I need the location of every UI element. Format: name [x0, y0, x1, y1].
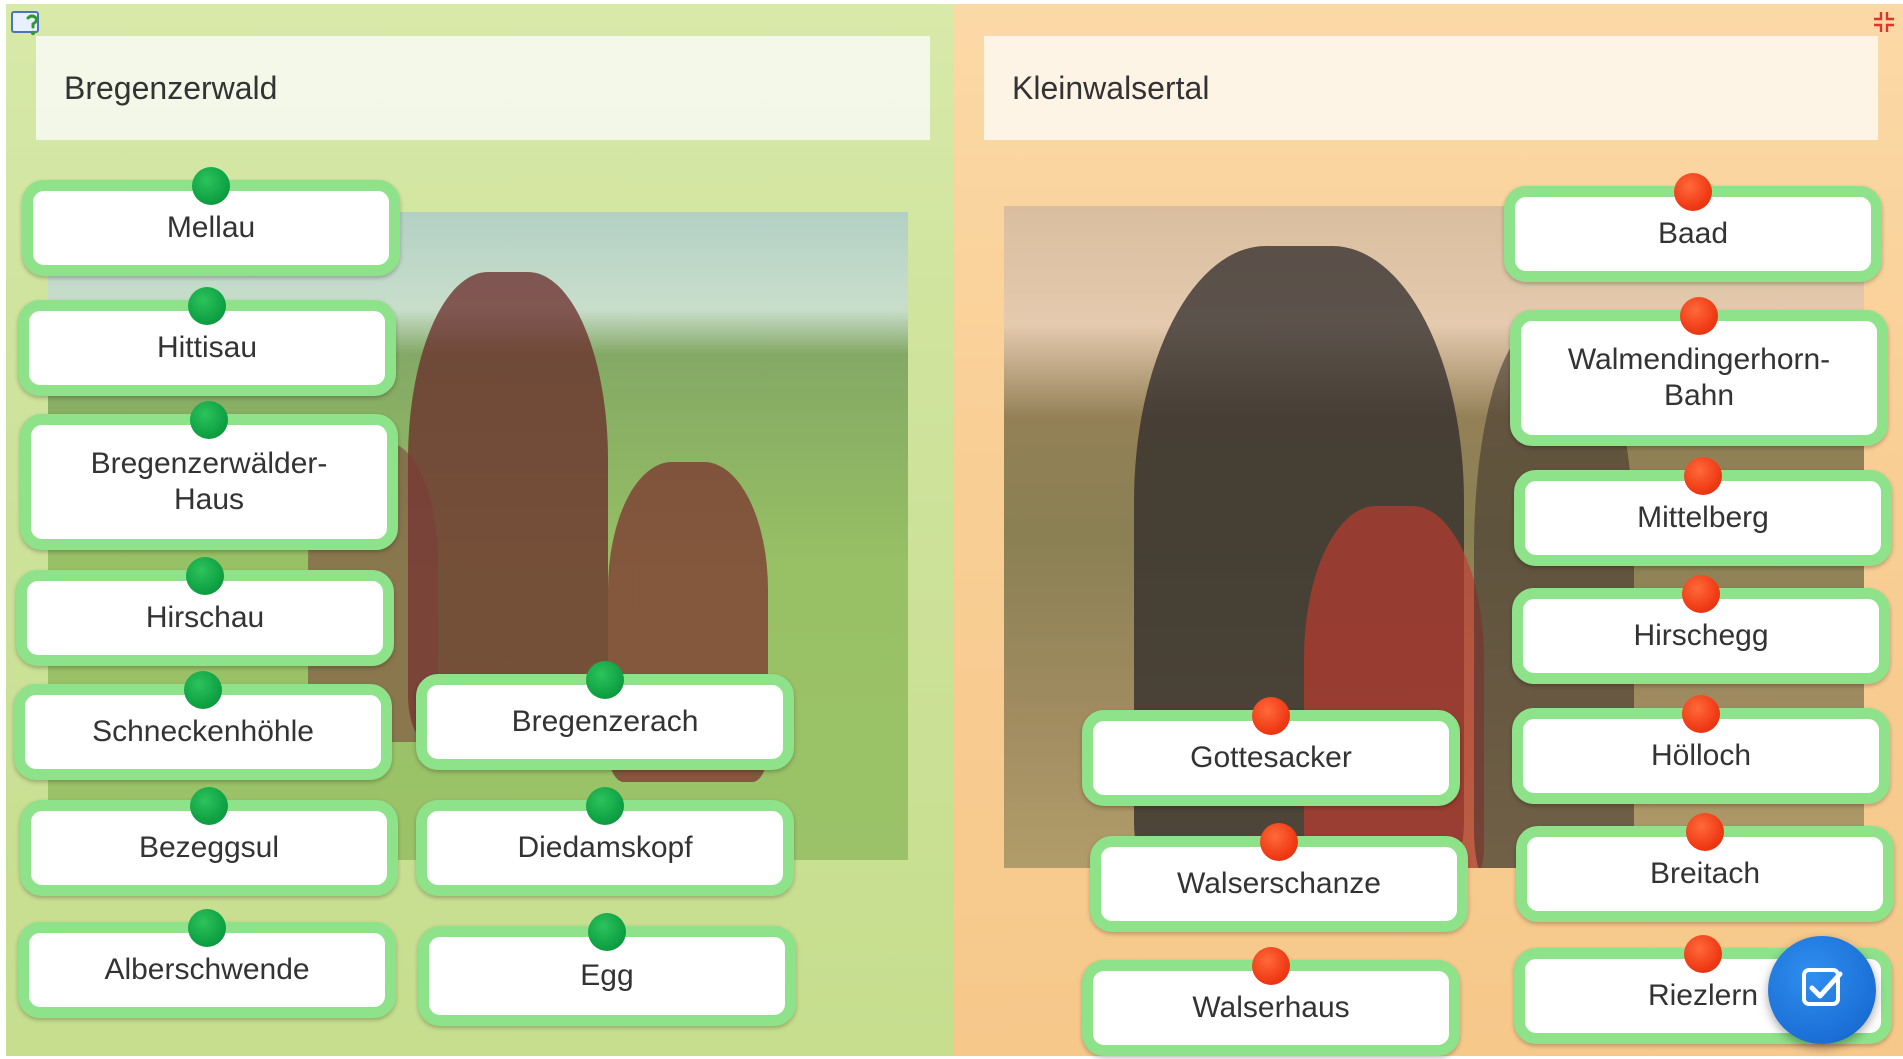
card-baad[interactable]: Baad	[1504, 173, 1882, 282]
card-label: Hittisau	[156, 331, 258, 364]
card-label: Baad	[1657, 217, 1729, 250]
card-mellau[interactable]: Mellau	[22, 167, 400, 276]
card-walserschanze[interactable]: Walserschanze	[1090, 823, 1468, 932]
card-breitach[interactable]: Breitach	[1516, 813, 1894, 922]
card-schneckenhoehle[interactable]: Schneckenhöhle	[14, 671, 392, 780]
kleinwalsertal-header: Kleinwalsertal	[984, 36, 1878, 140]
card-label: Walserhaus	[1192, 991, 1350, 1024]
card-bregenzerach[interactable]: Bregenzerach	[416, 661, 794, 770]
red-dot-handle[interactable]	[1682, 695, 1720, 733]
card-hoelloch[interactable]: Hölloch	[1512, 695, 1890, 804]
card-label: Hirschegg	[1633, 619, 1769, 652]
card-label: Alberschwende	[104, 953, 310, 986]
help-icon[interactable]	[10, 8, 46, 40]
red-dot-handle[interactable]	[1684, 457, 1722, 495]
red-dot-handle[interactable]	[1252, 697, 1290, 735]
card-egg[interactable]: Egg	[418, 913, 796, 1026]
green-dot-handle[interactable]	[186, 557, 224, 595]
bregenzerwald-header: Bregenzerwald	[36, 36, 930, 140]
card-label: Riezlern	[1647, 979, 1759, 1012]
card-bregenzerwaelder-haus[interactable]: Bregenzerwälder- Haus	[20, 401, 398, 550]
fullscreen-exit-icon[interactable]	[1872, 10, 1896, 34]
red-dot-handle[interactable]	[1260, 823, 1298, 861]
green-dot-handle[interactable]	[188, 909, 226, 947]
green-dot-handle[interactable]	[184, 671, 222, 709]
green-dot-handle[interactable]	[586, 787, 624, 825]
card-label: Bregenzerwälder- Haus	[90, 447, 328, 516]
kleinwalsertal-title: Kleinwalsertal	[1012, 69, 1210, 106]
red-dot-handle[interactable]	[1680, 297, 1718, 335]
green-dot-handle[interactable]	[190, 401, 228, 439]
card-hittisau[interactable]: Hittisau	[18, 287, 396, 396]
card-label: Walmendingerhorn- Bahn	[1567, 343, 1831, 412]
card-bezeggsul[interactable]: Bezeggsul	[20, 787, 398, 896]
check-icon	[1798, 964, 1846, 1017]
card-label: Breitach	[1649, 857, 1761, 890]
card-label: Egg	[580, 959, 634, 992]
green-dot-handle[interactable]	[586, 661, 624, 699]
red-dot-handle[interactable]	[1252, 947, 1290, 985]
card-mittelberg[interactable]: Mittelberg	[1514, 457, 1892, 566]
card-label: Bezeggsul	[138, 831, 280, 864]
card-label: Mellau	[166, 211, 256, 244]
red-dot-handle[interactable]	[1674, 173, 1712, 211]
card-label: Hirschau	[145, 601, 265, 634]
red-dot-handle[interactable]	[1686, 813, 1724, 851]
card-label: Hölloch	[1650, 739, 1752, 772]
green-dot-handle[interactable]	[192, 167, 230, 205]
card-hirschau[interactable]: Hirschau	[16, 557, 394, 666]
card-label: Mittelberg	[1637, 501, 1769, 534]
red-dot-handle[interactable]	[1684, 935, 1722, 973]
card-walmendingerhorn-bahn[interactable]: Walmendingerhorn- Bahn	[1510, 297, 1888, 446]
card-walserhaus[interactable]: Walserhaus	[1082, 947, 1460, 1056]
bregenzerwald-title: Bregenzerwald	[64, 69, 278, 106]
green-dot-handle[interactable]	[588, 913, 626, 951]
card-label: Bregenzerach	[511, 705, 699, 738]
card-label: Walserschanze	[1177, 867, 1381, 900]
card-gottesacker[interactable]: Gottesacker	[1082, 697, 1460, 806]
card-alberschwende[interactable]: Alberschwende	[18, 909, 396, 1018]
green-dot-handle[interactable]	[188, 287, 226, 325]
green-dot-handle[interactable]	[190, 787, 228, 825]
card-label: Schneckenhöhle	[92, 715, 314, 748]
check-answers-button[interactable]	[1768, 936, 1876, 1044]
card-label: Gottesacker	[1190, 741, 1352, 774]
card-hirschegg[interactable]: Hirschegg	[1512, 575, 1890, 684]
red-dot-handle[interactable]	[1682, 575, 1720, 613]
card-diedamskopf[interactable]: Diedamskopf	[416, 787, 794, 896]
card-label: Diedamskopf	[517, 831, 693, 864]
